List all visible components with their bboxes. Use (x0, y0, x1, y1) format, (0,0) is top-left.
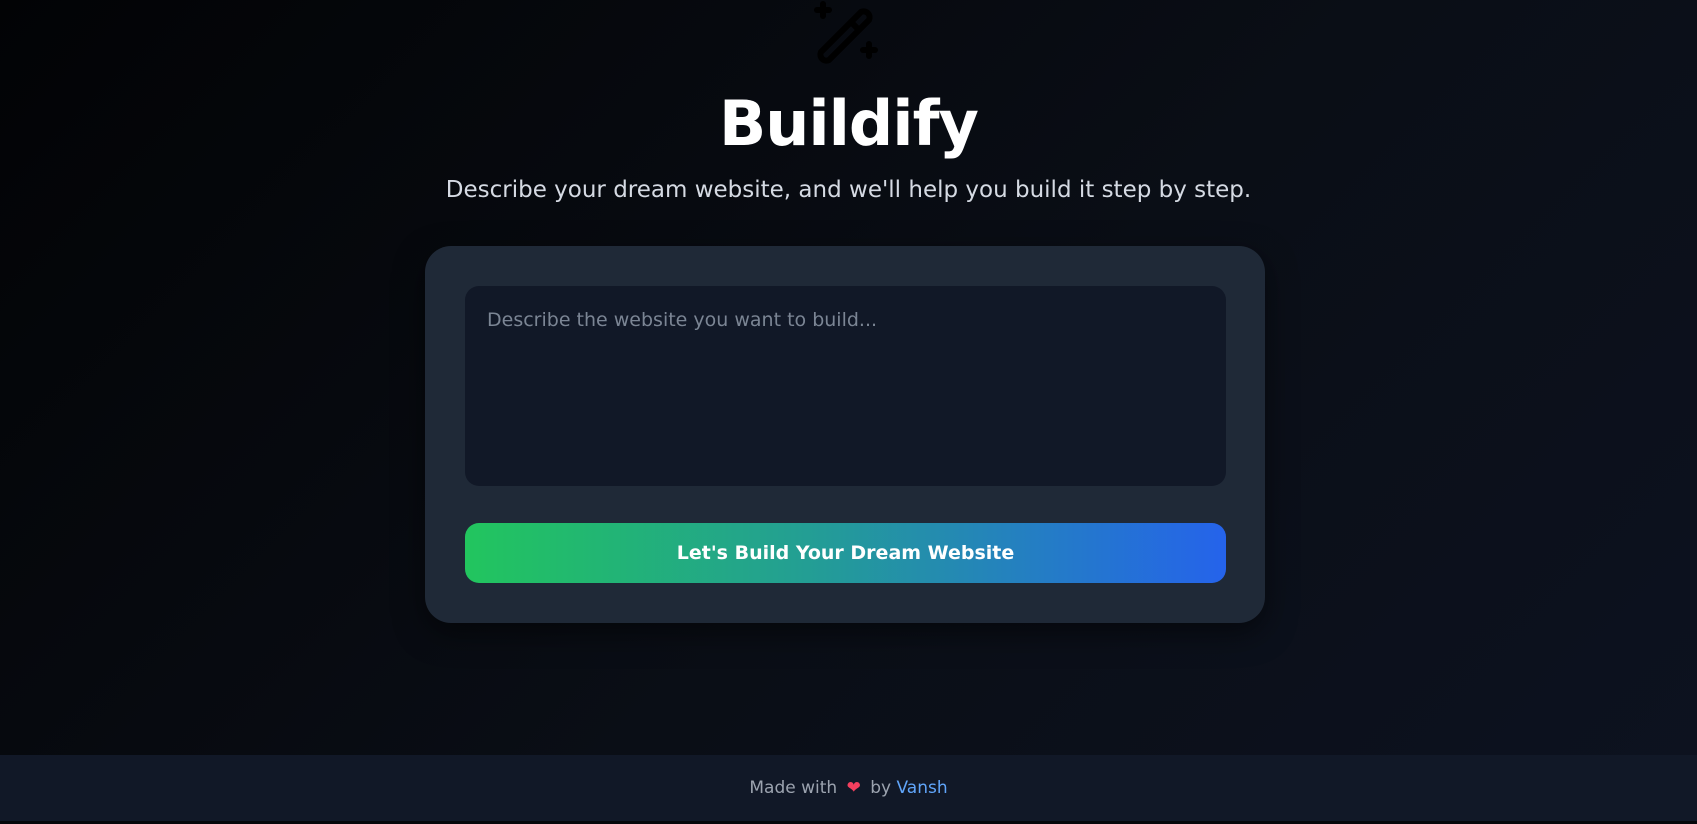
page-title: Buildify (719, 87, 979, 160)
page-subtitle: Describe your dream website, and we'll h… (445, 177, 1252, 203)
website-description-input[interactable] (465, 286, 1226, 486)
build-website-button[interactable]: Let's Build Your Dream Website (465, 523, 1226, 583)
footer-by: by (870, 778, 892, 798)
magic-wand-icon (814, 1, 878, 64)
heart-icon: ❤ (846, 778, 861, 798)
prompt-card: Let's Build Your Dream Website (425, 246, 1265, 623)
footer-prefix: Made with (749, 778, 838, 798)
footer: Made with ❤ by Vansh (0, 755, 1697, 821)
author-link[interactable]: Vansh (897, 778, 948, 798)
